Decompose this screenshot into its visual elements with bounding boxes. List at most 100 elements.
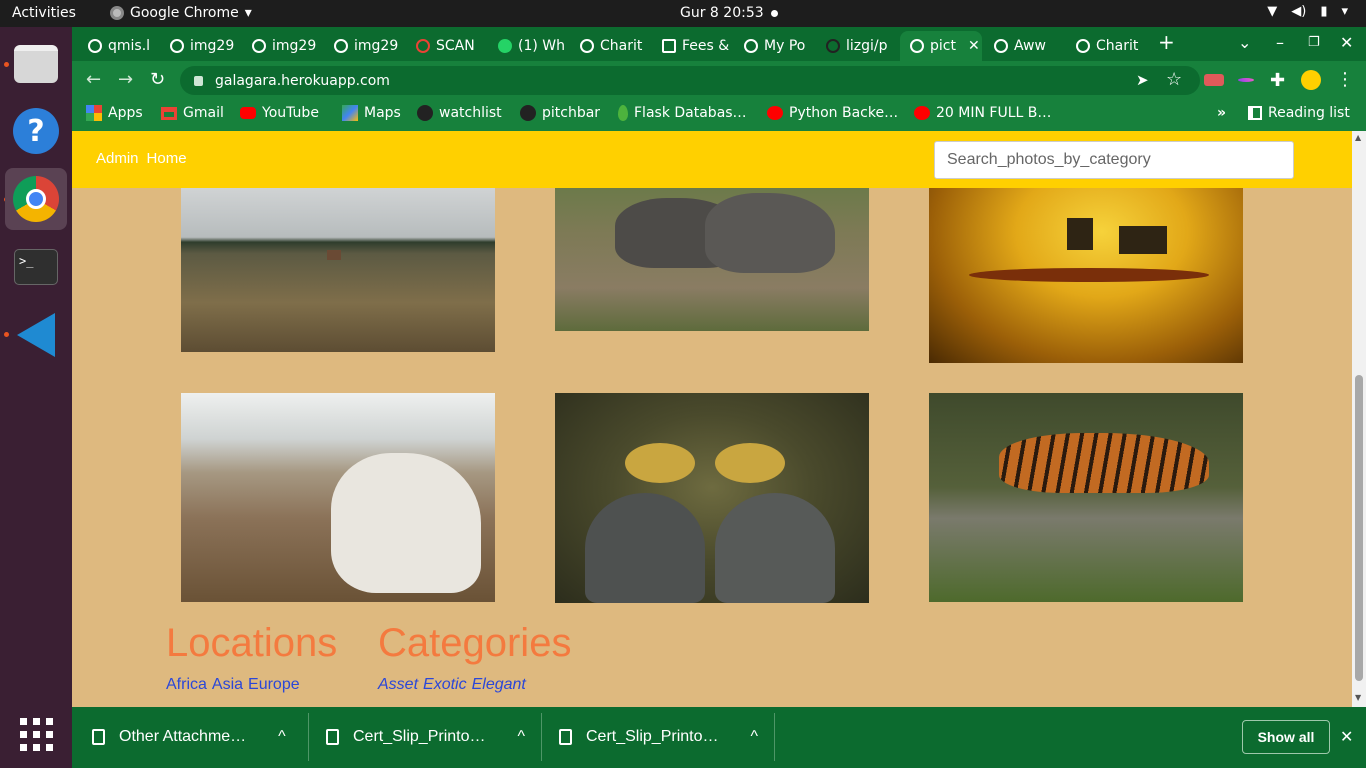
tab[interactable]: img29 xyxy=(242,31,320,61)
restore-icon[interactable]: ❐ xyxy=(1308,35,1320,50)
bookmark-youtube[interactable]: YouTube xyxy=(240,105,319,121)
divider xyxy=(774,713,775,761)
bookmarks-bar: Apps Gmail YouTube Maps watchlist pitchb… xyxy=(72,99,1366,131)
bookmark-flask-database[interactable]: Flask Databas… xyxy=(618,105,747,121)
chevron-up-icon[interactable]: ^ xyxy=(518,728,526,746)
photo-white-horse[interactable] xyxy=(181,393,495,602)
close-shelf-icon[interactable]: ✕ xyxy=(1340,727,1353,746)
bookmark-star-icon[interactable]: ☆ xyxy=(1166,69,1182,90)
profile-avatar[interactable] xyxy=(1301,70,1321,90)
bookmark-pitchbar[interactable]: pitchbar xyxy=(520,105,600,121)
tab[interactable]: Fees & xyxy=(652,31,730,61)
forward-icon[interactable]: → xyxy=(118,69,133,90)
category-link-asset[interactable]: Asset xyxy=(378,676,418,694)
battery-icon: ▮ xyxy=(1320,4,1328,19)
download-item[interactable]: Other Attachme… ^ xyxy=(72,714,308,760)
photo-elephants-at-sunset[interactable] xyxy=(929,188,1243,363)
photo-two-rhinos[interactable] xyxy=(555,188,869,331)
power-menu-icon: ▾ xyxy=(1341,4,1348,19)
app-menu[interactable]: Google Chrome ▾ xyxy=(110,5,252,21)
mongodb-leaf-icon xyxy=(618,105,628,121)
tab[interactable]: My Po xyxy=(734,31,812,61)
tab-title: img29 xyxy=(272,38,317,54)
category-link-elegant[interactable]: Elegant xyxy=(472,676,526,694)
chrome-app[interactable] xyxy=(5,168,67,230)
tab[interactable]: img29 xyxy=(160,31,238,61)
new-tab-button[interactable]: + xyxy=(1158,30,1175,54)
show-applications-button[interactable] xyxy=(5,703,67,765)
activities-button[interactable]: Activities xyxy=(12,5,76,21)
photo-tiger-on-rock[interactable] xyxy=(929,393,1243,602)
globe-icon xyxy=(334,39,348,53)
globe-icon xyxy=(580,39,594,53)
elephant-shape xyxy=(1067,218,1093,250)
reading-list-button[interactable]: Reading list xyxy=(1248,105,1350,121)
bookmark-python-backend[interactable]: Python Backe… xyxy=(767,105,898,121)
status-area[interactable]: ▼ ◀) ▮ ▾ xyxy=(1267,4,1348,19)
scroll-up-icon[interactable]: ▲ xyxy=(1355,133,1361,142)
file-icon xyxy=(559,729,572,745)
extension-pen-icon[interactable] xyxy=(1238,78,1254,82)
photo-crowned-cranes[interactable] xyxy=(555,393,869,603)
close-tab-icon[interactable]: ✕ xyxy=(968,38,980,54)
tab-title: SCAN xyxy=(436,38,475,54)
tab-active[interactable]: pict ✕ xyxy=(900,31,982,61)
system-top-bar: Activities Google Chrome ▾ Gur 8 20:53 ▼… xyxy=(0,0,1366,27)
extension-video-icon[interactable] xyxy=(1204,74,1224,86)
tab[interactable]: img29 xyxy=(324,31,402,61)
youtube-icon xyxy=(767,106,783,120)
tab-search-icon[interactable]: ⌄ xyxy=(1238,33,1251,52)
page-scrollbar[interactable]: ▲ ▼ xyxy=(1352,131,1366,707)
bookmarks-overflow-icon[interactable]: » xyxy=(1217,105,1226,121)
bookmark-label: Apps xyxy=(108,105,143,121)
tab[interactable]: SCAN xyxy=(406,31,484,61)
location-link-africa[interactable]: Africa xyxy=(166,676,207,694)
help-app[interactable]: ? xyxy=(5,100,67,162)
youtube-icon xyxy=(914,106,930,120)
back-icon[interactable]: ← xyxy=(86,69,101,90)
crane-body-shape xyxy=(715,493,835,603)
vscode-app[interactable] xyxy=(5,304,67,366)
search-input[interactable] xyxy=(934,141,1294,179)
minimize-icon[interactable]: – xyxy=(1276,33,1284,52)
bookmark-label: YouTube xyxy=(262,105,319,121)
globe-icon xyxy=(170,39,184,53)
chevron-up-icon[interactable]: ^ xyxy=(751,728,759,746)
tab[interactable]: lizgi/p xyxy=(816,31,894,61)
scroll-thumb[interactable] xyxy=(1355,375,1363,681)
location-link-asia[interactable]: Asia xyxy=(212,676,243,694)
bookmark-20-min-full[interactable]: 20 MIN FULL B… xyxy=(914,105,1051,121)
show-all-button[interactable]: Show all xyxy=(1242,720,1330,754)
download-item[interactable]: Cert_Slip_Printo… ^ xyxy=(306,714,542,760)
photo-field-with-cow[interactable] xyxy=(181,188,495,352)
chevron-up-icon[interactable]: ^ xyxy=(278,728,286,746)
category-link-exotic[interactable]: Exotic xyxy=(423,676,467,694)
scroll-down-icon[interactable]: ▼ xyxy=(1355,693,1361,702)
tab[interactable]: Charit xyxy=(1066,31,1144,61)
bookmark-gmail[interactable]: Gmail xyxy=(161,105,224,121)
tab[interactable]: Charit xyxy=(570,31,648,61)
terminal-app[interactable]: >_ xyxy=(5,236,67,298)
send-icon[interactable]: ➤ xyxy=(1136,71,1149,89)
bookmark-apps[interactable]: Apps xyxy=(86,105,143,121)
nav-admin-link[interactable]: Admin xyxy=(96,150,139,167)
tab[interactable]: (1) Wh xyxy=(488,31,566,61)
tab-title: pict xyxy=(930,38,956,54)
vscode-icon xyxy=(17,313,55,357)
tab[interactable]: qmis.l xyxy=(78,31,156,61)
bookmark-watchlist[interactable]: watchlist xyxy=(417,105,502,121)
lock-icon xyxy=(194,75,203,86)
bookmark-maps[interactable]: Maps xyxy=(342,105,401,121)
clock[interactable]: Gur 8 20:53 xyxy=(680,5,764,21)
tab[interactable]: Aww xyxy=(984,31,1062,61)
chrome-menu-icon[interactable]: ⋮ xyxy=(1336,69,1354,90)
files-app[interactable] xyxy=(5,33,67,95)
location-link-europe[interactable]: Europe xyxy=(248,676,300,694)
reload-icon[interactable]: ↻ xyxy=(150,69,165,90)
nav-home-link[interactable]: Home xyxy=(147,150,187,167)
download-item[interactable]: Cert_Slip_Printo… ^ xyxy=(539,714,775,760)
extensions-puzzle-icon[interactable]: ✚ xyxy=(1270,70,1285,91)
close-window-icon[interactable]: ✕ xyxy=(1340,33,1353,52)
address-bar[interactable]: galagara.herokuapp.com xyxy=(180,66,1200,95)
bookmark-label: 20 MIN FULL B… xyxy=(936,105,1052,121)
